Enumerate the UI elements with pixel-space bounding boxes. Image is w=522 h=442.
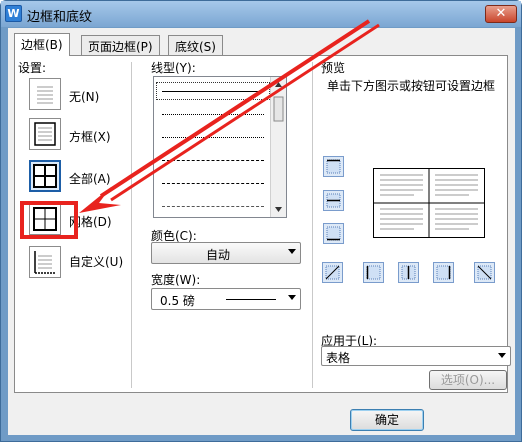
annotation-arrow [79, 19, 380, 213]
tab-borders[interactable]: 边框(B) [14, 33, 70, 56]
dialog-window: W 边框和底纹 ✕ 边框(B) 页面边框(P) 底纹(S) 设置: 无(N) 方… [0, 0, 522, 442]
